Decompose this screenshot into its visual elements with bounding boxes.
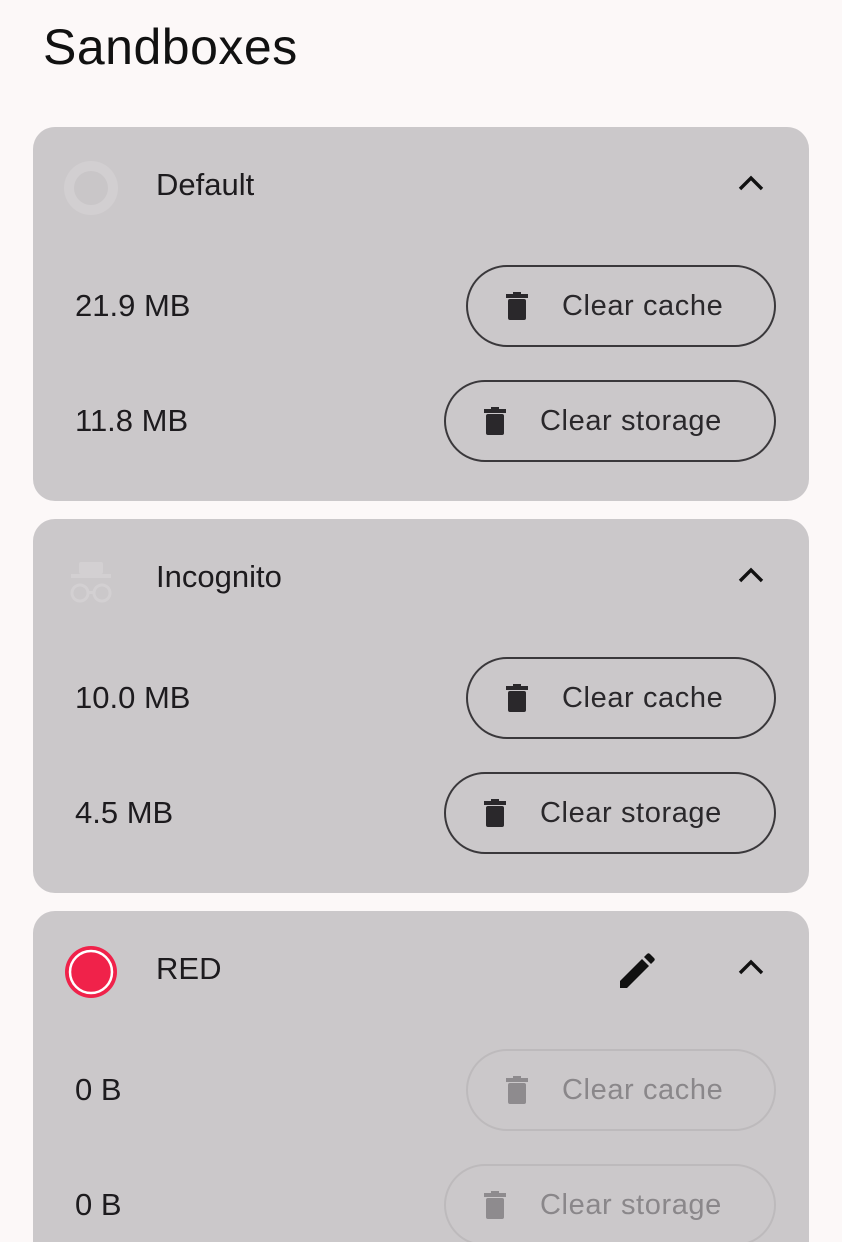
incognito-icon	[63, 552, 119, 608]
cache-row: 0 B Clear cache	[33, 1049, 809, 1131]
clear-cache-button[interactable]: Clear cache	[466, 265, 776, 347]
clear-cache-button[interactable]: Clear cache	[466, 1049, 776, 1131]
clear-cache-button[interactable]: Clear cache	[466, 657, 776, 739]
chevron-up-icon[interactable]	[736, 955, 766, 979]
cache-size: 0 B	[75, 1072, 122, 1107]
trash-icon	[484, 407, 506, 435]
chevron-up-icon[interactable]	[736, 563, 766, 587]
cache-size: 21.9 MB	[75, 288, 191, 323]
storage-size: 0 B	[75, 1187, 122, 1222]
trash-icon	[506, 292, 528, 320]
clear-storage-label: Clear storage	[540, 1188, 722, 1221]
sandbox-name: Default	[156, 167, 255, 202]
cache-row: 21.9 MB Clear cache	[33, 265, 809, 347]
sandboxes-page: Sandboxes Default 21.9 MB Clear cache 11…	[0, 0, 842, 1242]
clear-cache-label: Clear cache	[562, 681, 724, 714]
clear-storage-label: Clear storage	[540, 404, 722, 437]
clear-cache-label: Clear cache	[562, 1073, 724, 1106]
clear-storage-button[interactable]: Clear storage	[444, 380, 776, 462]
clear-storage-label: Clear storage	[540, 796, 722, 829]
trash-icon	[506, 684, 528, 712]
page-title: Sandboxes	[43, 19, 298, 75]
default-sandbox-icon	[63, 160, 119, 216]
sandbox-header-red[interactable]: RED	[33, 911, 809, 1027]
pencil-edit-icon[interactable]	[615, 951, 657, 993]
clear-storage-button[interactable]: Clear storage	[444, 1164, 776, 1242]
clear-storage-button[interactable]: Clear storage	[444, 772, 776, 854]
sandbox-name: RED	[156, 951, 222, 986]
trash-icon	[506, 1076, 528, 1104]
chevron-up-icon[interactable]	[736, 171, 766, 195]
storage-row: 0 B Clear storage	[33, 1164, 809, 1242]
storage-size: 4.5 MB	[75, 795, 174, 830]
sandbox-header-default[interactable]: Default	[33, 127, 809, 243]
trash-icon	[484, 1191, 506, 1219]
trash-icon	[484, 799, 506, 827]
sandbox-header-incognito[interactable]: Incognito	[33, 519, 809, 635]
storage-row: 11.8 MB Clear storage	[33, 380, 809, 462]
cache-row: 10.0 MB Clear cache	[33, 657, 809, 739]
clear-cache-label: Clear cache	[562, 289, 724, 322]
cache-size: 10.0 MB	[75, 680, 191, 715]
storage-row: 4.5 MB Clear storage	[33, 772, 809, 854]
sandbox-card-incognito: Incognito 10.0 MB Clear cache 4.5 MB Cle…	[33, 519, 809, 893]
sandbox-card-default: Default 21.9 MB Clear cache 11.8 MB Clea…	[33, 127, 809, 501]
sandbox-card-red: RED 0 B Clear cache 0 B Clear storage	[33, 911, 809, 1242]
red-circle-icon	[63, 944, 119, 1000]
sandbox-name: Incognito	[156, 559, 282, 594]
storage-size: 11.8 MB	[75, 403, 189, 438]
